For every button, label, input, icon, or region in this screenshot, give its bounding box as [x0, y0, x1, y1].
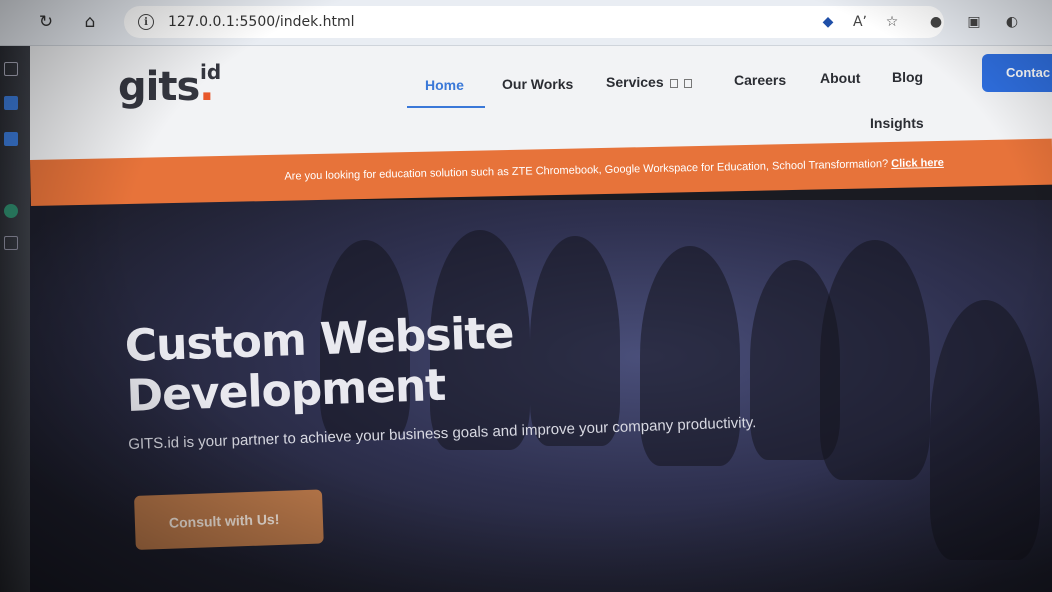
nav-about[interactable]: About: [820, 70, 860, 86]
nav-insights[interactable]: Insights: [870, 115, 924, 131]
hero-section: Custom Website Development GITS.id is yo…: [30, 200, 1052, 592]
hero-title: Custom Website Development: [124, 304, 647, 422]
contact-button[interactable]: Contac: [982, 54, 1052, 92]
nav-our-works[interactable]: Our Works: [502, 76, 573, 92]
nav-blog[interactable]: Blog: [892, 69, 923, 85]
circle-app-icon[interactable]: [4, 204, 18, 218]
hero-photo-person: [820, 240, 930, 480]
logo-sup: id: [200, 60, 222, 84]
reload-icon[interactable]: ↻: [34, 10, 58, 34]
promo-link[interactable]: Click here: [891, 157, 944, 170]
nav-services[interactable]: Services: [606, 74, 692, 90]
notes-icon[interactable]: [4, 132, 18, 146]
info-icon[interactable]: i: [138, 14, 154, 30]
browser-sidebar: [0, 46, 30, 592]
url-text: 127.0.0.1:5500/indek.html: [168, 14, 355, 30]
collections-icon[interactable]: ▣: [964, 12, 984, 32]
bookmark-tag-icon[interactable]: ◆: [818, 12, 838, 32]
nav-home[interactable]: Home: [425, 77, 464, 93]
home-icon[interactable]: ⌂: [78, 10, 102, 34]
chevron-down-icon: [669, 78, 678, 88]
chevron-down-icon: [683, 78, 692, 88]
nav-active-underline: [407, 106, 485, 108]
window-icon[interactable]: [4, 236, 18, 250]
logo-text: gits: [118, 64, 200, 110]
consult-button[interactable]: Consult with Us!: [134, 489, 324, 550]
browser-toolbar: ↻ ⌂ i 127.0.0.1:5500/indek.html ◆ Aʼ ☆ ●…: [0, 0, 1052, 46]
tabs-icon[interactable]: [4, 62, 18, 76]
doc-icon[interactable]: [4, 96, 18, 110]
hero-photo-person: [930, 300, 1040, 560]
favorites-icon[interactable]: ☆: [882, 12, 902, 32]
read-aloud-icon[interactable]: Aʼ: [850, 12, 870, 32]
nav-careers[interactable]: Careers: [734, 72, 786, 88]
extension-icon[interactable]: ●: [926, 12, 946, 32]
nav-services-label: Services: [606, 74, 664, 90]
profile-icon[interactable]: ◐: [1002, 12, 1022, 32]
promo-text: Are you looking for education solution s…: [284, 157, 944, 183]
promo-message: Are you looking for education solution s…: [284, 158, 889, 183]
